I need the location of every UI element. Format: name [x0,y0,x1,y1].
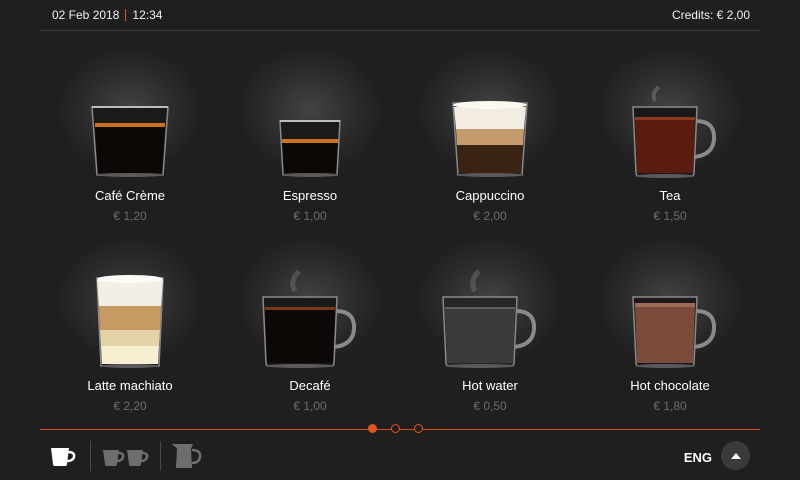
drink-hot-chocolate[interactable]: Hot chocolate € 1,80 [580,230,760,420]
drink-decafe[interactable]: Decafé € 1,00 [220,230,400,420]
time: 12:34 [132,8,163,22]
espresso-glass-icon [279,120,341,177]
toolbar-divider [90,441,91,471]
drink-cafe-creme[interactable]: Café Crème € 1,20 [40,40,220,230]
drink-price: € 2,00 [473,209,507,223]
chevron-up-icon [730,452,741,459]
hot-water-cup-icon [442,269,537,368]
language-selector[interactable]: ENG [684,450,712,465]
single-cup-icon [51,448,76,466]
cappuccino-glass-icon [452,101,528,177]
drink-espresso[interactable]: Espresso € 1,00 [220,40,400,230]
drink-price: € 0,50 [473,399,507,413]
drink-name: Tea [659,188,681,203]
tea-cup-icon [632,85,717,178]
date-time-separator [125,9,127,21]
expand-button[interactable] [721,441,750,470]
drink-price: € 1,00 [293,209,327,223]
drink-name: Café Crème [94,188,166,203]
drink-price: € 1,00 [293,399,327,413]
jug-button[interactable] [170,439,204,473]
cafe-creme-glass-icon [91,106,169,177]
drink-name: Hot chocolate [630,378,710,393]
double-cup-button[interactable] [100,439,152,473]
page-dot-2[interactable] [391,424,400,433]
drink-price: € 1,80 [653,399,687,413]
drink-tea[interactable]: Tea € 1,50 [580,40,760,230]
date-time: 02 Feb 2018 12:34 [40,8,162,22]
page-dot-3[interactable] [414,424,423,433]
drink-price: € 2,20 [113,399,147,413]
latte-machiato-glass-icon [96,275,164,368]
jug-icon [172,443,202,468]
status-bar: 02 Feb 2018 12:34 Credits: € 2,00 [40,0,760,31]
drink-price: € 1,20 [113,209,147,223]
drink-name: Hot water [462,378,518,393]
date: 02 Feb 2018 [52,8,120,22]
drink-price: € 1,50 [653,209,687,223]
page-dot-1[interactable] [368,424,377,433]
single-cup-button[interactable] [48,439,78,473]
drink-hot-water[interactable]: Hot water € 0,50 [400,230,580,420]
drink-name: Cappuccino [455,188,525,203]
decafe-cup-icon [262,269,357,368]
hot-chocolate-cup-icon [632,296,717,368]
drink-name: Espresso [282,188,338,203]
toolbar-divider [160,441,161,471]
page-indicator [368,424,423,433]
bottom-toolbar: ENG [40,433,760,480]
drink-latte-machiato[interactable]: Latte machiato € 2,20 [40,230,220,420]
drink-grid: Café Crème € 1,20 Espresso € 1,00 Cappuc… [40,40,760,420]
drink-name: Decafé [289,378,331,393]
drink-name: Latte machiato [87,378,173,393]
double-cup-icon [103,450,149,466]
drink-cappuccino[interactable]: Cappuccino € 2,00 [400,40,580,230]
credits: Credits: € 2,00 [671,8,750,22]
